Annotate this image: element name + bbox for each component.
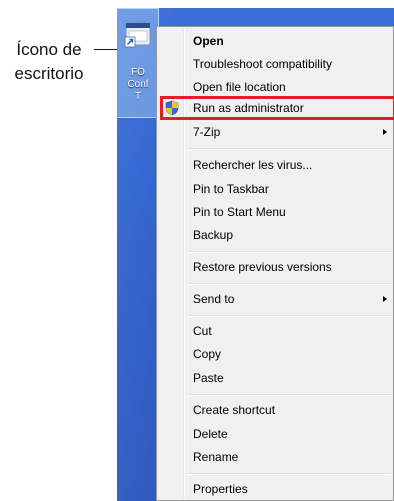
submenu-arrow-icon <box>383 129 387 135</box>
menu-item-label: Pin to Taskbar <box>193 182 269 196</box>
menu-item-pin-to-start-menu[interactable]: Pin to Start Menu <box>159 201 391 223</box>
menu-item-open[interactable]: Open <box>159 30 391 52</box>
desktop-icon[interactable]: FO Conf T <box>117 8 159 118</box>
menu-item-label: Backup <box>193 228 234 242</box>
menu-item-label: Copy <box>193 347 222 361</box>
menu-item-label: Open <box>193 34 224 48</box>
menu-separator <box>187 473 391 475</box>
annotation-label: Ícono de escritorio <box>14 40 84 83</box>
menu-item-label: Properties <box>193 482 248 496</box>
menu-item-label: Restore previous versions <box>193 260 332 274</box>
menu-item-label: Create shortcut <box>193 403 276 417</box>
menu-item-backup[interactable]: Backup <box>159 224 391 246</box>
menu-item-delete[interactable]: Delete <box>159 423 391 445</box>
menu-item-send-to[interactable]: Send to <box>159 288 391 310</box>
menu-item-properties[interactable]: Properties <box>159 478 391 500</box>
menu-item-open-file-location[interactable]: Open file location <box>159 76 391 98</box>
desktop-icon-label: FO Conf T <box>127 67 149 102</box>
menu-separator <box>187 148 391 150</box>
submenu-arrow-icon <box>383 296 387 302</box>
annotation-leader-line <box>94 49 118 50</box>
menu-separator <box>187 394 391 396</box>
menu-item-restore-previous-versions[interactable]: Restore previous versions <box>159 256 391 278</box>
menu-item-rename[interactable]: Rename <box>159 446 391 468</box>
menu-item-copy[interactable]: Copy <box>159 343 391 365</box>
menu-item-label: Rechercher les virus... <box>193 158 313 172</box>
menu-item-label: Send to <box>193 292 235 306</box>
menu-item-7zip[interactable]: 7-Zip <box>159 121 391 143</box>
menu-item-label: 7-Zip <box>193 125 221 139</box>
highlight-box <box>160 96 394 120</box>
menu-item-label: Troubleshoot compatibility <box>193 57 332 71</box>
menu-item-label: Paste <box>193 371 224 385</box>
menu-item-paste[interactable]: Paste <box>159 367 391 389</box>
menu-item-label: Rename <box>193 450 239 464</box>
menu-item-troubleshoot-compatibility[interactable]: Troubleshoot compatibility <box>159 53 391 75</box>
menu-item-label: Delete <box>193 427 228 441</box>
menu-separator <box>187 283 391 285</box>
menu-item-label: Cut <box>193 324 212 338</box>
menu-item-cut[interactable]: Cut <box>159 320 391 342</box>
menu-item-create-shortcut[interactable]: Create shortcut <box>159 399 391 421</box>
menu-item-pin-to-taskbar[interactable]: Pin to Taskbar <box>159 178 391 200</box>
menu-item-label: Open file location <box>193 80 286 94</box>
menu-item-label: Pin to Start Menu <box>193 205 286 219</box>
menu-separator <box>187 315 391 317</box>
menu-item-rechercher-les-virus[interactable]: Rechercher les virus... <box>159 154 391 176</box>
shortcut-icon <box>124 22 151 48</box>
menu-separator <box>187 251 391 253</box>
